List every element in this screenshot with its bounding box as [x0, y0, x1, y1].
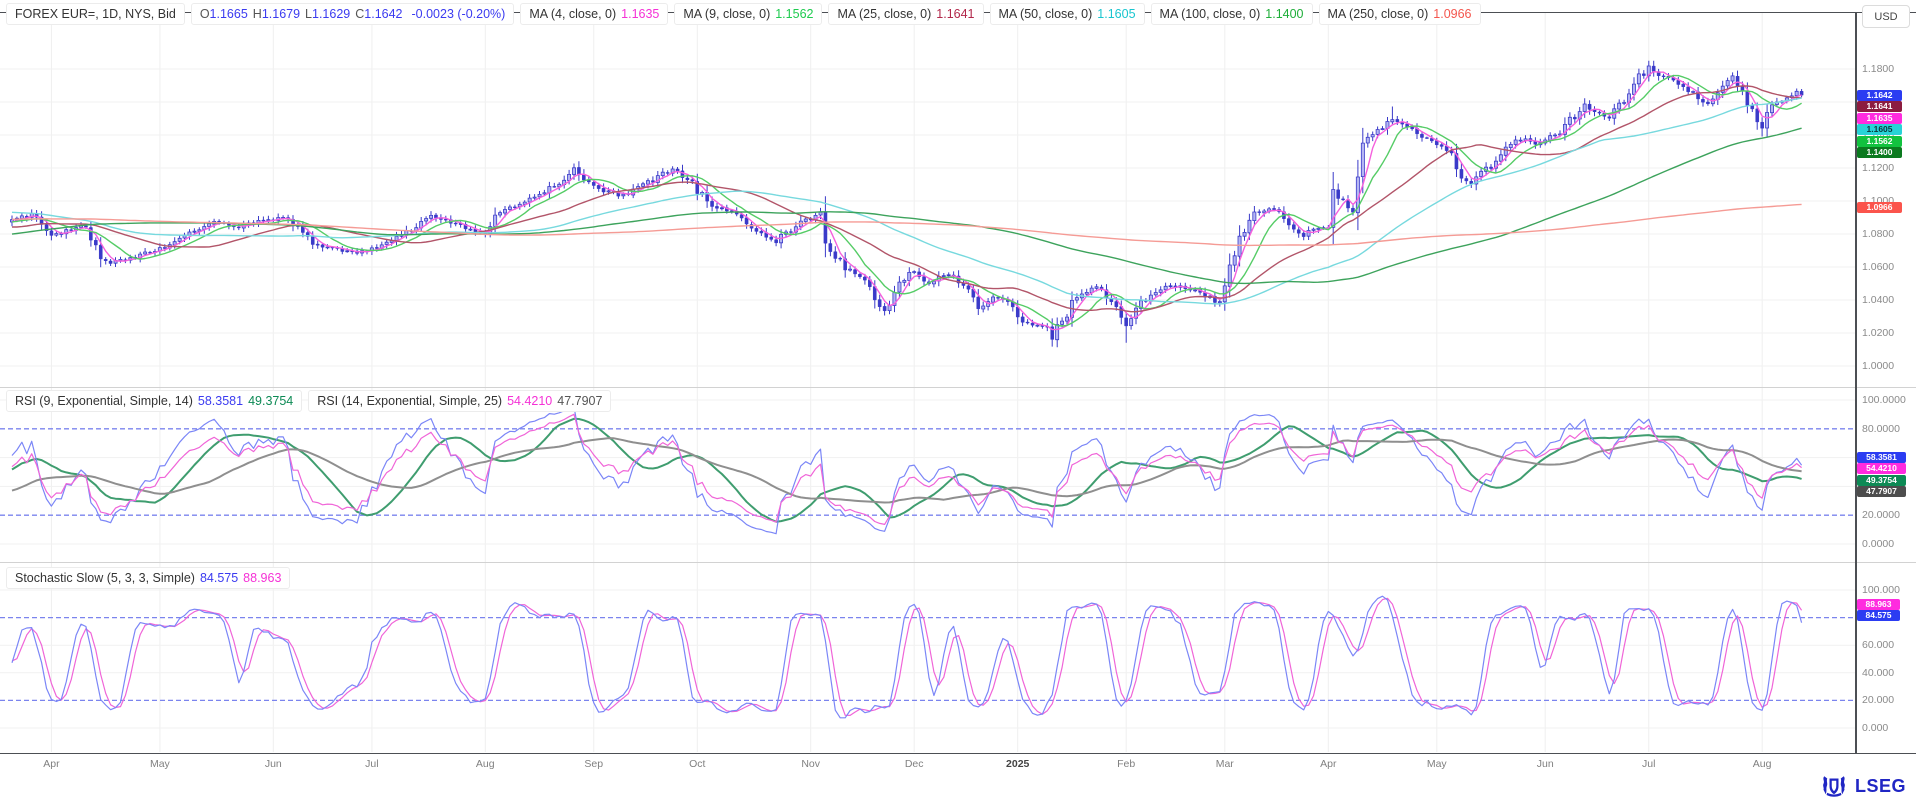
axis-value-badge: 1.1605 — [1857, 124, 1902, 135]
ohlc-value: C1.1642 — [355, 7, 402, 21]
ma-legend-pill[interactable]: MA (250, close, 0)1.0966 — [1319, 3, 1481, 25]
bottom-frame-line — [0, 753, 1916, 754]
price-axis-label: 1.1200 — [1862, 162, 1894, 174]
instrument-legend-pill[interactable]: FOREX EUR=, 1D, NYS, Bid — [6, 3, 185, 25]
price-axis-label: 1.1800 — [1862, 63, 1894, 75]
axis-value-badge: 1.0966 — [1857, 202, 1902, 213]
pane-separator-main-rsi — [0, 387, 1916, 388]
ma-legend-pill[interactable]: MA (100, close, 0)1.1400 — [1151, 3, 1313, 25]
rsi-axis-label: 100.0000 — [1862, 394, 1906, 406]
stoch-axis-label: 0.000 — [1862, 722, 1888, 734]
axis-value-badge: 49.3754 — [1857, 475, 1906, 486]
ma-legend-pill[interactable]: MA (25, close, 0)1.1641 — [828, 3, 983, 25]
ohlc-value: L1.1629 — [305, 7, 350, 21]
pane-separator-rsi-stoch — [0, 562, 1916, 563]
time-axis-label: Aug — [1732, 758, 1792, 770]
rsi-legend: RSI (9, Exponential, Simple, 14)58.35814… — [6, 390, 611, 412]
ma-legend-pill[interactable]: MA (4, close, 0)1.1635 — [520, 3, 668, 25]
time-axis-label: Aug — [455, 758, 515, 770]
time-axis-label: May — [1407, 758, 1467, 770]
stoch-axis-label: 20.000 — [1862, 694, 1894, 706]
time-axis-label: Jun — [243, 758, 303, 770]
stoch-axis-label: 60.000 — [1862, 639, 1894, 651]
axis-value-badge: 54.4210 — [1857, 463, 1906, 474]
axis-value-badge: 1.1400 — [1857, 147, 1902, 158]
axis-value-badge: 1.1562 — [1857, 136, 1902, 147]
price-axis-label: 1.0400 — [1862, 294, 1894, 306]
time-axis-label: 2025 — [988, 758, 1048, 770]
axis-value-badge: 1.1635 — [1857, 113, 1902, 124]
time-axis-label: May — [130, 758, 190, 770]
axis-value-badge: 58.3581 — [1857, 452, 1906, 463]
ohlc-value: O1.1665 — [200, 7, 248, 21]
axis-value-badge: 88.963 — [1857, 599, 1900, 610]
chart-window: FOREX EUR=, 1D, NYS, Bid O1.1665 H1.1679 L1… — [0, 0, 1916, 803]
ma-legend-pill[interactable]: MA (9, close, 0)1.1562 — [674, 3, 822, 25]
lseg-crest-icon — [1819, 774, 1849, 798]
time-axis-label: Oct — [667, 758, 727, 770]
price-axis-label: 1.0000 — [1862, 360, 1894, 372]
stochastic-legend: Stochastic Slow (5, 3, 3, Simple)84.5758… — [6, 567, 290, 589]
price-axis-label: 1.0800 — [1862, 228, 1894, 240]
rsi-legend-pill[interactable]: RSI (9, Exponential, Simple, 14)58.35814… — [6, 390, 302, 412]
currency-toggle-button[interactable]: USD — [1862, 5, 1910, 28]
axis-value-badge: 1.1641 — [1857, 101, 1902, 112]
rsi-axis-label: 20.0000 — [1862, 509, 1900, 521]
time-axis-label: Jul — [1619, 758, 1679, 770]
price-axis-label: 1.0600 — [1862, 261, 1894, 273]
time-axis-label: Dec — [884, 758, 944, 770]
rsi-legend-pill[interactable]: RSI (14, Exponential, Simple, 25)54.4210… — [308, 390, 611, 412]
stoch-axis-label: 100.000 — [1862, 584, 1900, 596]
stoch-axis-label: 40.000 — [1862, 667, 1894, 679]
ohlc-legend-pill[interactable]: O1.1665 H1.1679 L1.1629 C1.1642 -0.0023 (-0.… — [191, 3, 515, 25]
time-axis-label: Apr — [1298, 758, 1358, 770]
time-axis-label: Apr — [21, 758, 81, 770]
axis-value-badge: 1.1642 — [1857, 90, 1902, 101]
time-axis-label: Sep — [564, 758, 624, 770]
change-value: -0.0023 (-0.20%) — [412, 7, 506, 21]
stochastic-legend-pill[interactable]: Stochastic Slow (5, 3, 3, Simple)84.5758… — [6, 567, 290, 589]
main-chart-legend: FOREX EUR=, 1D, NYS, Bid O1.1665 H1.1679 L1… — [6, 3, 1481, 25]
time-axis-label: Jun — [1515, 758, 1575, 770]
axis-value-badge: 84.575 — [1857, 610, 1900, 621]
price-axis-label: 1.0200 — [1862, 327, 1894, 339]
rsi-axis-label: 0.0000 — [1862, 538, 1894, 550]
time-axis-label: Mar — [1195, 758, 1255, 770]
time-axis-label: Feb — [1096, 758, 1156, 770]
lseg-logo: LSEG — [1819, 774, 1906, 798]
rsi-axis-label: 80.0000 — [1862, 423, 1900, 435]
ohlc-value: H1.1679 — [253, 7, 300, 21]
axis-value-badge: 47.7907 — [1857, 486, 1906, 497]
lseg-wordmark: LSEG — [1855, 776, 1906, 797]
ma-legend-pill[interactable]: MA (50, close, 0)1.1605 — [990, 3, 1145, 25]
time-axis-label: Nov — [781, 758, 841, 770]
time-axis-label: Jul — [342, 758, 402, 770]
